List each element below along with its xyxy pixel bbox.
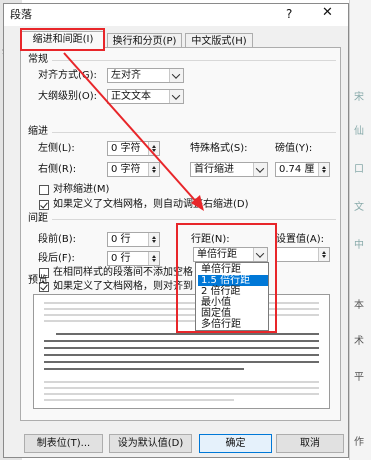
spacing-after-value: 0 行 <box>111 253 131 264</box>
outline-level-value: 正文文本 <box>111 91 151 102</box>
title-bar <box>4 4 348 26</box>
chevron-down-icon <box>253 163 267 176</box>
alignment-value: 左对齐 <box>111 70 141 81</box>
special-format-label: 特殊格式(S): <box>190 143 248 154</box>
special-format-value: 首行缩进 <box>194 164 234 175</box>
background-char: 作 <box>354 437 364 448</box>
section-heading-spacing: 间距 <box>28 213 48 224</box>
preview-line-current <box>44 354 319 356</box>
preview-line-current <box>56 333 319 335</box>
spin-arrows-icon[interactable] <box>318 163 329 176</box>
indent-left-label: 左侧(L): <box>38 143 75 154</box>
background-char: 中 <box>354 240 364 251</box>
auto-adjust-indent-label: 如果定义了文档网格，则自动调整右缩进(D) <box>53 199 249 210</box>
section-heading-indent: 缩进 <box>28 126 48 137</box>
chevron-down-icon <box>169 90 183 103</box>
background-char: 仙 <box>354 126 364 137</box>
spacing-after-spinner[interactable]: 0 行 <box>107 251 160 266</box>
preview-line <box>44 387 319 389</box>
preview-line <box>44 399 234 401</box>
auto-adjust-indent-checkbox[interactable] <box>39 200 49 210</box>
spacing-before-spinner[interactable]: 0 行 <box>107 232 160 247</box>
background-char: 文 <box>354 202 364 213</box>
spacing-before-value: 0 行 <box>111 234 131 245</box>
spacing-before-label: 段前(B): <box>38 234 77 245</box>
help-button[interactable]: ? <box>286 8 292 20</box>
indent-right-value: 0 字符 <box>111 164 141 175</box>
background-char: 本 <box>354 300 364 311</box>
mirror-indent-label: 对称缩进(M) <box>53 184 110 195</box>
preview-line <box>44 393 319 395</box>
close-button[interactable]: ✕ <box>322 6 333 19</box>
preview-line-current <box>44 340 319 342</box>
special-format-select[interactable]: 首行缩进 <box>190 162 268 177</box>
indent-right-spinner[interactable]: 0 字符 <box>107 162 160 177</box>
annotation-box-line-spacing <box>176 223 277 333</box>
indent-left-spinner[interactable]: 0 字符 <box>107 141 160 156</box>
spin-arrows-icon[interactable] <box>148 163 159 176</box>
indent-left-value: 0 字符 <box>111 143 141 154</box>
ok-button[interactable]: 确定 <box>199 434 272 453</box>
tabs-button[interactable]: 制表位(T)... <box>24 434 103 453</box>
dialog-title: 段落 <box>10 8 32 21</box>
alignment-label: 对齐方式(G): <box>38 70 97 81</box>
snap-to-grid-label: 如果定义了文档网格，则对齐到 <box>53 281 193 292</box>
annotation-box-tab <box>20 28 105 51</box>
no-space-same-style-label: 在相同样式的段落间不添加空格 <box>53 267 193 278</box>
divider <box>52 132 336 133</box>
mirror-indent-checkbox[interactable] <box>39 185 49 195</box>
background-document-right <box>349 0 371 460</box>
spin-arrows-icon[interactable] <box>148 252 159 265</box>
preview-line <box>44 381 319 383</box>
background-char: 平 <box>354 372 364 383</box>
measure-value: 0.74 厘 <box>279 164 315 175</box>
preview-line-current <box>44 361 319 363</box>
background-char: 宋 <box>354 92 364 103</box>
section-heading-preview: 预览 <box>28 275 48 286</box>
section-heading-general: 常规 <box>28 54 48 65</box>
indent-right-label: 右侧(R): <box>38 164 77 175</box>
divider <box>52 219 336 220</box>
spin-arrows-icon[interactable] <box>148 142 159 155</box>
background-char: 术 <box>354 336 364 347</box>
spin-arrows-icon[interactable] <box>148 233 159 246</box>
measure-label: 磅值(Y): <box>275 143 313 154</box>
cancel-button[interactable]: 取消 <box>276 434 344 453</box>
spin-arrows-icon[interactable] <box>318 248 329 261</box>
preview-line-current <box>44 368 244 370</box>
outline-level-select[interactable]: 正文文本 <box>107 89 184 104</box>
outline-level-label: 大纲级别(O): <box>38 91 98 102</box>
set-default-button[interactable]: 设为默认值(D) <box>109 434 192 453</box>
setting-value-spinner[interactable] <box>275 247 330 262</box>
background-char: 口 <box>354 164 364 175</box>
preview-line-current <box>44 347 319 349</box>
chevron-down-icon <box>169 69 183 82</box>
setting-value-label: 设置值(A): <box>276 234 325 245</box>
alignment-select[interactable]: 左对齐 <box>107 68 184 83</box>
divider <box>52 60 336 61</box>
spacing-after-label: 段后(F): <box>38 253 75 264</box>
measure-spinner[interactable]: 0.74 厘 <box>275 162 330 177</box>
